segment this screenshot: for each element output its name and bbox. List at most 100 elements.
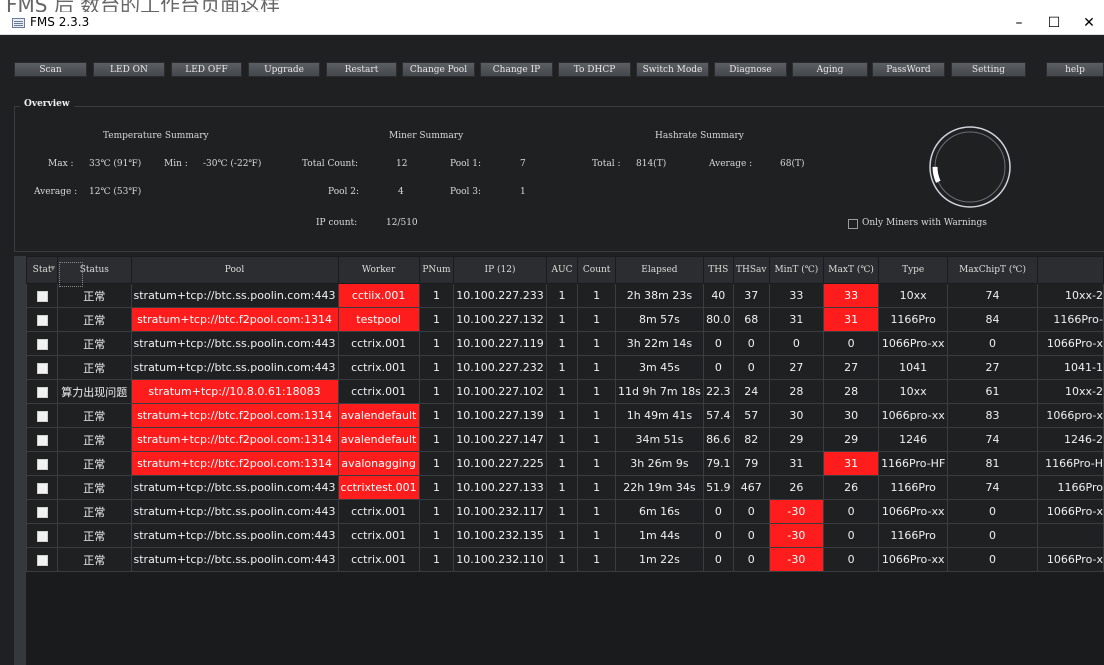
column-header-12[interactable]: MaxT (℃) bbox=[823, 256, 880, 284]
column-header-7[interactable]: Count bbox=[577, 256, 616, 284]
table-row[interactable]: 正常 stratum+tcp://btc.f2pool.com:1314 avalo… bbox=[25, 451, 1104, 476]
column-header-6[interactable]: AUC bbox=[545, 256, 579, 284]
column-header-2[interactable]: Pool bbox=[130, 256, 339, 284]
close-button[interactable]: ✕ bbox=[1072, 12, 1104, 34]
setting-button[interactable]: Setting bbox=[951, 62, 1026, 77]
cell-status: 正常 bbox=[57, 403, 132, 428]
cell-maxchip: 0 bbox=[947, 499, 1038, 524]
column-header-10[interactable]: THSav bbox=[732, 256, 770, 284]
row-checkbox[interactable] bbox=[36, 338, 48, 350]
cell-maxchip: 0 bbox=[947, 331, 1038, 356]
column-header-1[interactable]: Status bbox=[57, 256, 132, 284]
column-header-4[interactable]: PNum bbox=[418, 256, 455, 284]
row-checkbox-cell[interactable] bbox=[25, 403, 59, 428]
cell-status: 算力出现问题 bbox=[57, 379, 132, 404]
miner-table-container: Stat ▼ Status Pool Worker PNum IP (12) AUC Count… bbox=[14, 256, 1104, 665]
aging-button[interactable]: Aging bbox=[792, 62, 868, 77]
row-checkbox[interactable] bbox=[36, 314, 48, 326]
row-checkbox-cell[interactable] bbox=[25, 283, 59, 308]
cell-status: 正常 bbox=[57, 283, 132, 308]
row-checkbox[interactable] bbox=[36, 458, 48, 470]
led-on-button[interactable]: LED ON bbox=[93, 62, 165, 77]
cell-type: 1166Pro bbox=[878, 475, 949, 500]
row-checkbox[interactable] bbox=[36, 362, 48, 374]
cell-auc: 1 bbox=[545, 307, 579, 332]
password-button[interactable]: PassWord bbox=[872, 62, 945, 77]
row-checkbox[interactable] bbox=[36, 290, 48, 302]
row-checkbox-cell[interactable] bbox=[25, 379, 59, 404]
row-checkbox-cell[interactable] bbox=[25, 355, 59, 380]
upgrade-button[interactable]: Upgrade bbox=[248, 62, 320, 77]
cell-pnum: 1 bbox=[418, 523, 455, 548]
column-header-8[interactable]: Elapsed bbox=[614, 256, 704, 284]
row-checkbox[interactable] bbox=[36, 482, 48, 494]
scan-button[interactable]: Scan bbox=[14, 62, 87, 77]
cell-maxchip: 84 bbox=[947, 307, 1038, 332]
cell-elapsed: 11d 9h 7m 18s bbox=[614, 379, 704, 404]
column-header-11[interactable]: MinT (℃) bbox=[768, 256, 825, 284]
row-checkbox-cell[interactable] bbox=[25, 427, 59, 452]
row-checkbox-cell[interactable] bbox=[25, 499, 59, 524]
row-checkbox-cell[interactable] bbox=[25, 307, 59, 332]
column-header-9[interactable]: THS bbox=[702, 256, 734, 284]
row-checkbox[interactable] bbox=[36, 554, 48, 566]
column-header-5[interactable]: IP (12) bbox=[453, 256, 547, 284]
cell-pool: stratum+tcp://btc.ss.poolin.com:443 bbox=[130, 547, 339, 572]
cell-type: 1166Pro bbox=[878, 523, 949, 548]
table-row[interactable]: 正常 stratum+tcp://btc.f2pool.com:1314 avale… bbox=[25, 427, 1104, 452]
cell-pnum: 1 bbox=[418, 307, 455, 332]
sort-arrow-icon[interactable]: ▼ bbox=[50, 265, 55, 272]
warnings-checkbox[interactable] bbox=[848, 219, 858, 229]
table-row[interactable]: 正常 stratum+tcp://btc.ss.poolin.com:443 cct… bbox=[25, 499, 1104, 524]
row-checkbox-cell[interactable] bbox=[25, 451, 59, 476]
row-checkbox[interactable] bbox=[36, 434, 48, 446]
cell-count: 1 bbox=[577, 283, 616, 308]
change-ip-button[interactable]: Change IP bbox=[480, 62, 553, 77]
row-checkbox-cell[interactable] bbox=[25, 331, 59, 356]
table-row[interactable]: 正常 stratum+tcp://btc.f2pool.com:1314 avale… bbox=[25, 403, 1104, 428]
column-header-15[interactable] bbox=[1036, 256, 1104, 284]
maximize-button[interactable]: ☐ bbox=[1037, 12, 1071, 34]
row-checkbox[interactable] bbox=[36, 410, 48, 422]
table-row[interactable]: 正常 stratum+tcp://btc.f2pool.com:1314 testp… bbox=[25, 307, 1104, 332]
help-button[interactable]: help bbox=[1046, 62, 1104, 77]
led-off-button[interactable]: LED OFF bbox=[171, 62, 242, 77]
to-dhcp-button[interactable]: To DHCP bbox=[558, 62, 631, 77]
cell-maxt: 33 bbox=[823, 283, 880, 308]
gauge-outer-ring bbox=[929, 126, 1011, 208]
change-pool-button[interactable]: Change Pool bbox=[402, 62, 475, 77]
row-checkbox[interactable] bbox=[36, 530, 48, 542]
cell-pnum: 1 bbox=[418, 283, 455, 308]
column-header-14[interactable]: MaxChipT (℃) bbox=[947, 256, 1038, 284]
restart-button[interactable]: Restart bbox=[326, 62, 397, 77]
column-header-3[interactable]: Worker bbox=[337, 256, 420, 284]
cell-maxchip: 74 bbox=[947, 427, 1038, 452]
table-row[interactable]: 正常 stratum+tcp://btc.ss.poolin.com:443 cct… bbox=[25, 355, 1104, 380]
row-checkbox-cell[interactable] bbox=[25, 523, 59, 548]
switch-mode-button[interactable]: Switch Mode bbox=[636, 62, 709, 77]
table-row[interactable]: 正常 stratum+tcp://btc.ss.poolin.com:443 cct… bbox=[25, 547, 1104, 572]
row-checkbox[interactable] bbox=[36, 506, 48, 518]
table-row[interactable]: 算力出现问题 stratum+tcp://10.8.0.61:18083 cctri… bbox=[25, 379, 1104, 404]
column-header-0[interactable]: Stat ▼ bbox=[25, 256, 59, 284]
table-row[interactable]: 正常 stratum+tcp://btc.ss.poolin.com:443 cct… bbox=[25, 283, 1104, 308]
cell-thsav: 0 bbox=[732, 499, 770, 524]
row-checkbox[interactable] bbox=[36, 386, 48, 398]
column-header-13[interactable]: Type bbox=[878, 256, 949, 284]
row-checkbox-cell[interactable] bbox=[25, 547, 59, 572]
cell-worker: avalendefault bbox=[337, 403, 420, 428]
table-row[interactable]: 正常 stratum+tcp://btc.ss.poolin.com:443 cct… bbox=[25, 475, 1104, 500]
cell-ths: 22.3 bbox=[702, 379, 734, 404]
cell-ip: 10.100.227.102 bbox=[453, 379, 547, 404]
cell-extra: 10xx-2 bbox=[1036, 379, 1104, 404]
diagnose-button[interactable]: Diagnose bbox=[714, 62, 787, 77]
table-row[interactable]: 正常 stratum+tcp://btc.ss.poolin.com:443 cct… bbox=[25, 331, 1104, 356]
cell-thsav: 0 bbox=[732, 331, 770, 356]
cell-ip: 10.100.232.135 bbox=[453, 523, 547, 548]
minimize-button[interactable]: – bbox=[1002, 12, 1036, 34]
hashrate-total-value: 814(T) bbox=[636, 159, 667, 169]
avg-temp-value: 12℃ (53℉) bbox=[89, 187, 142, 197]
cell-type: 10xx bbox=[878, 379, 949, 404]
row-checkbox-cell[interactable] bbox=[25, 475, 59, 500]
table-row[interactable]: 正常 stratum+tcp://btc.ss.poolin.com:443 cct… bbox=[25, 523, 1104, 548]
